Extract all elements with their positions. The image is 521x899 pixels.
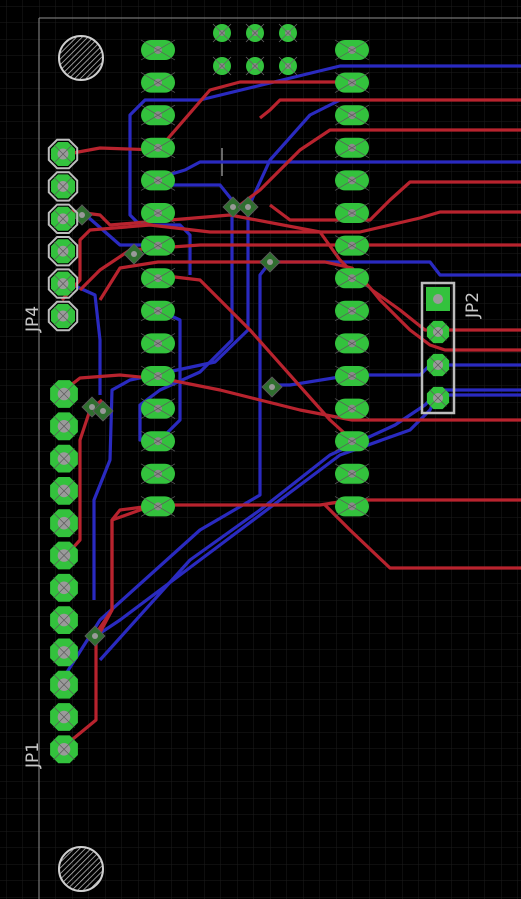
header-pin (50, 638, 78, 667)
header-pin (50, 670, 78, 699)
header-pin (426, 320, 450, 344)
header-pin (50, 509, 78, 538)
header-pin (426, 353, 450, 377)
ic-pad (140, 39, 176, 61)
header-pin (50, 380, 78, 408)
pcb-layout-view: JP4 JP1 JP2 (0, 0, 521, 899)
ic-pad (140, 72, 176, 93)
ic-pad (140, 170, 176, 191)
ic-pad (334, 300, 370, 322)
ic-pad (334, 463, 370, 485)
ic-pad (140, 267, 176, 289)
header-pin (47, 203, 79, 234)
ic-pad (334, 267, 370, 289)
ic-pad (334, 333, 370, 354)
ic-pad (334, 104, 370, 126)
header-pin (47, 268, 79, 299)
header-pin (50, 444, 78, 473)
ic-pad (334, 202, 370, 224)
header-pin (50, 703, 78, 731)
ic-pad (334, 137, 370, 159)
pad (212, 56, 232, 76)
ic-pad (140, 300, 176, 322)
header-pin (426, 386, 450, 410)
ic-pad (334, 430, 370, 452)
ic-pad (140, 365, 176, 387)
header-pin (50, 735, 78, 764)
ic-pad (140, 333, 176, 354)
header-pin (50, 573, 78, 602)
ic-pad (140, 104, 176, 126)
pad (245, 56, 265, 76)
header-pin (50, 477, 78, 505)
header-pin (47, 138, 79, 170)
pad (278, 56, 298, 76)
mounting-hole-bottom-icon (58, 846, 104, 892)
ic-pad (334, 365, 370, 387)
ic-pad (334, 39, 370, 61)
ic-pad (140, 430, 176, 452)
ic-pad (140, 202, 176, 224)
ic-pad (334, 235, 370, 256)
jp2-label: JP2 (463, 292, 483, 319)
header-pin (47, 236, 79, 267)
ic-pad (334, 398, 370, 419)
ic-pads-left-column (140, 39, 176, 517)
ic-pads-right-column (334, 39, 370, 517)
ic-pad (140, 137, 176, 159)
ic-pad (140, 398, 176, 419)
header-pin (50, 606, 78, 634)
jp4-label: JP4 (23, 306, 43, 333)
header-pin (47, 300, 79, 332)
header-pin-square (426, 287, 450, 311)
header-pin (47, 171, 79, 202)
pad (212, 23, 232, 43)
pad (245, 23, 265, 43)
ic-pad (140, 463, 176, 485)
ic-pad (140, 496, 176, 517)
pad (278, 23, 298, 43)
ic-pad (334, 496, 370, 517)
ic-pad (334, 170, 370, 191)
ic-pad (140, 235, 176, 256)
mounting-hole-top-icon (58, 35, 104, 81)
jp1-label: JP1 (23, 742, 43, 769)
header-pin (50, 541, 78, 570)
header-pin (50, 412, 78, 441)
ic-pad (334, 72, 370, 93)
